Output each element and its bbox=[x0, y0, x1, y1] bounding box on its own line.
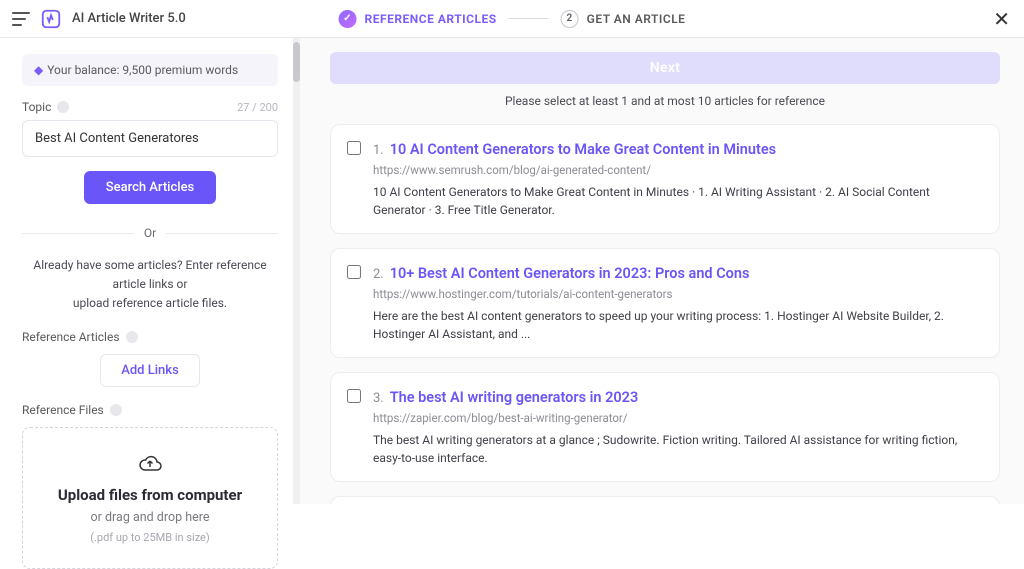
add-links-button[interactable]: Add Links bbox=[100, 354, 200, 387]
topic-input[interactable] bbox=[22, 120, 278, 157]
bolt-icon: ◆ bbox=[34, 63, 43, 77]
step-reference-articles[interactable]: ✓ REFERENCE ARTICLES bbox=[339, 10, 497, 28]
info-icon[interactable] bbox=[110, 404, 122, 416]
balance-badge: ◆ Your balance: 9,500 premium words bbox=[22, 54, 278, 86]
result-url: https://www.semrush.com/blog/ai-generate… bbox=[373, 163, 981, 177]
app-title: AI Article Writer 5.0 bbox=[72, 11, 186, 26]
result-snippet: The best AI writing generators at a glan… bbox=[373, 431, 981, 467]
result-checkbox[interactable] bbox=[347, 389, 361, 403]
info-icon[interactable] bbox=[57, 101, 69, 113]
reference-files-label: Reference Files bbox=[22, 403, 104, 417]
result-snippet: Here are the best AI content generators … bbox=[373, 307, 981, 343]
upload-cloud-icon bbox=[136, 452, 164, 476]
topic-label: Topic bbox=[22, 100, 51, 114]
sidebar: ◆ Your balance: 9,500 premium words Topi… bbox=[0, 38, 300, 504]
result-url: https://www.hostinger.com/tutorials/ai-c… bbox=[373, 287, 981, 301]
results-list: 1. 10 AI Content Generators to Make Grea… bbox=[330, 124, 1000, 504]
char-counter: 27 / 200 bbox=[237, 101, 278, 114]
main-panel: Next Please select at least 1 and at mos… bbox=[300, 38, 1024, 504]
result-number: 3. bbox=[373, 391, 384, 406]
search-articles-button[interactable]: Search Articles bbox=[84, 171, 217, 204]
menu-icon[interactable] bbox=[12, 12, 30, 26]
info-icon[interactable] bbox=[126, 331, 138, 343]
check-icon: ✓ bbox=[339, 10, 357, 28]
file-dropzone[interactable]: Upload files from computer or drag and d… bbox=[22, 427, 278, 569]
result-url: https://zapier.com/blog/best-ai-writing-… bbox=[373, 411, 981, 425]
reference-articles-label: Reference Articles bbox=[22, 330, 120, 344]
step-number-icon: 2 bbox=[561, 10, 579, 28]
dropzone-hint: (.pdf up to 25MB in size) bbox=[33, 531, 267, 544]
next-button[interactable]: Next bbox=[330, 52, 1000, 84]
step-get-article[interactable]: 2 GET AN ARTICLE bbox=[561, 10, 686, 28]
result-title[interactable]: The best AI writing generators in 2023 bbox=[390, 389, 639, 406]
dropzone-title: Upload files from computer bbox=[33, 486, 267, 504]
result-checkbox[interactable] bbox=[347, 265, 361, 279]
help-text: Already have some articles? Enter refere… bbox=[22, 256, 278, 314]
result-card: 1. 10 AI Content Generators to Make Grea… bbox=[330, 124, 1000, 234]
close-icon[interactable]: ✕ bbox=[993, 7, 1010, 31]
result-title[interactable]: 10 AI Content Generators to Make Great C… bbox=[390, 141, 776, 158]
selection-hint: Please select at least 1 and at most 10 … bbox=[330, 94, 1000, 108]
dropzone-subtitle: or drag and drop here bbox=[33, 510, 267, 525]
result-card: 2. 10+ Best AI Content Generators in 202… bbox=[330, 248, 1000, 358]
or-divider: Or bbox=[22, 226, 278, 240]
stepper: ✓ REFERENCE ARTICLES 2 GET AN ARTICLE bbox=[339, 10, 686, 28]
result-card: 4. 11 Best AI Content Generators You Nee… bbox=[330, 496, 1000, 504]
result-number: 1. bbox=[373, 143, 384, 158]
step-divider bbox=[509, 18, 549, 19]
result-title[interactable]: 10+ Best AI Content Generators in 2023: … bbox=[390, 265, 750, 282]
result-snippet: 10 AI Content Generators to Make Great C… bbox=[373, 183, 981, 219]
result-number: 2. bbox=[373, 267, 384, 282]
sidebar-scrollbar[interactable] bbox=[293, 38, 300, 504]
result-card: 3. The best AI writing generators in 202… bbox=[330, 372, 1000, 482]
result-checkbox[interactable] bbox=[347, 141, 361, 155]
app-logo-icon bbox=[40, 8, 62, 30]
app-header: AI Article Writer 5.0 ✓ REFERENCE ARTICL… bbox=[0, 0, 1024, 38]
